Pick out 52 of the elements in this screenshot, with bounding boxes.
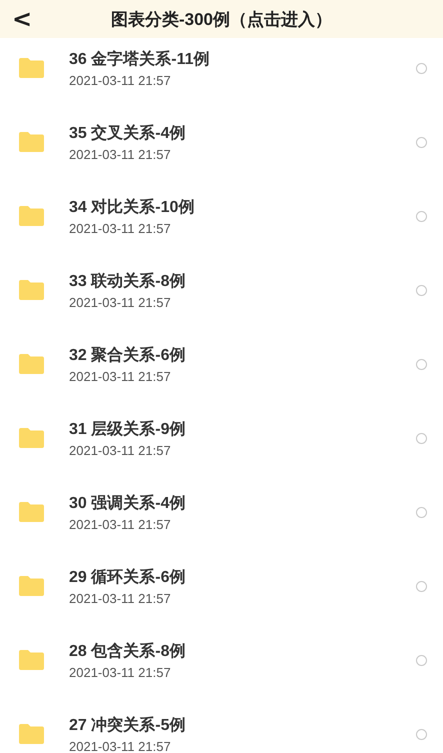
folder-name: 33 联动关系-8例 bbox=[69, 271, 186, 292]
radio-button[interactable] bbox=[416, 506, 427, 518]
folder-date: 2021-03-11 21:57 bbox=[69, 294, 171, 310]
folder-icon bbox=[19, 354, 44, 374]
folder-item[interactable]: 31 层级关系-9例 2021-03-11 21:57 bbox=[0, 408, 443, 482]
folder-date: 2021-03-11 21:57 bbox=[69, 664, 171, 680]
folder-date: 2021-03-11 21:57 bbox=[69, 516, 171, 532]
folder-item[interactable]: 36 金字塔关系-11例 2021-03-11 21:57 bbox=[0, 38, 443, 112]
folder-date: 2021-03-11 21:57 bbox=[69, 442, 171, 458]
folder-icon bbox=[19, 650, 44, 670]
folder-item[interactable]: 35 交叉关系-4例 2021-03-11 21:57 bbox=[0, 112, 443, 186]
folder-name: 34 对比关系-10例 bbox=[69, 197, 194, 218]
folder-item[interactable]: 30 强调关系-4例 2021-03-11 21:57 bbox=[0, 482, 443, 556]
folder-icon bbox=[19, 502, 44, 522]
folder-item[interactable]: 32 聚合关系-6例 2021-03-11 21:57 bbox=[0, 334, 443, 408]
folder-icon bbox=[19, 58, 44, 78]
folder-item[interactable]: 34 对比关系-10例 2021-03-11 21:57 bbox=[0, 186, 443, 260]
radio-button[interactable] bbox=[416, 62, 427, 74]
folder-date: 2021-03-11 21:57 bbox=[69, 368, 171, 384]
folder-item[interactable]: 29 循环关系-6例 2021-03-11 21:57 bbox=[0, 556, 443, 630]
folder-name: 32 聚合关系-6例 bbox=[69, 345, 186, 366]
back-button[interactable]: < bbox=[6, 4, 38, 34]
radio-button[interactable] bbox=[416, 284, 427, 296]
radio-button[interactable] bbox=[416, 358, 427, 370]
folder-name: 27 冲突关系-5例 bbox=[69, 715, 186, 736]
folder-date: 2021-03-11 21:57 bbox=[69, 72, 171, 88]
folder-item[interactable]: 27 冲突关系-5例 2021-03-11 21:57 bbox=[0, 704, 443, 753]
folder-name: 29 循环关系-6例 bbox=[69, 567, 186, 588]
folder-icon bbox=[19, 724, 44, 744]
folder-icon bbox=[19, 428, 44, 448]
folder-name: 36 金字塔关系-11例 bbox=[69, 49, 210, 70]
folder-item[interactable]: 28 包含关系-8例 2021-03-11 21:57 bbox=[0, 630, 443, 704]
folder-date: 2021-03-11 21:57 bbox=[69, 220, 171, 236]
folder-icon bbox=[19, 132, 44, 152]
folder-icon bbox=[19, 280, 44, 300]
radio-button[interactable] bbox=[416, 580, 427, 592]
folder-date: 2021-03-11 21:57 bbox=[69, 590, 171, 606]
radio-button[interactable] bbox=[416, 432, 427, 444]
folder-name: 28 包含关系-8例 bbox=[69, 641, 186, 662]
folder-date: 2021-03-11 21:57 bbox=[69, 738, 171, 753]
folder-icon bbox=[19, 576, 44, 596]
radio-button[interactable] bbox=[416, 136, 427, 148]
radio-button[interactable] bbox=[416, 654, 427, 666]
folder-name: 31 层级关系-9例 bbox=[69, 419, 186, 440]
radio-button[interactable] bbox=[416, 210, 427, 222]
radio-button[interactable] bbox=[416, 728, 427, 740]
folder-item[interactable]: 33 联动关系-8例 2021-03-11 21:57 bbox=[0, 260, 443, 334]
folder-date: 2021-03-11 21:57 bbox=[69, 146, 171, 162]
folder-name: 35 交叉关系-4例 bbox=[69, 123, 186, 144]
page-title: 图表分类-300例（点击进入） bbox=[110, 8, 332, 30]
folder-name: 30 强调关系-4例 bbox=[69, 493, 186, 514]
folder-icon bbox=[19, 206, 44, 226]
